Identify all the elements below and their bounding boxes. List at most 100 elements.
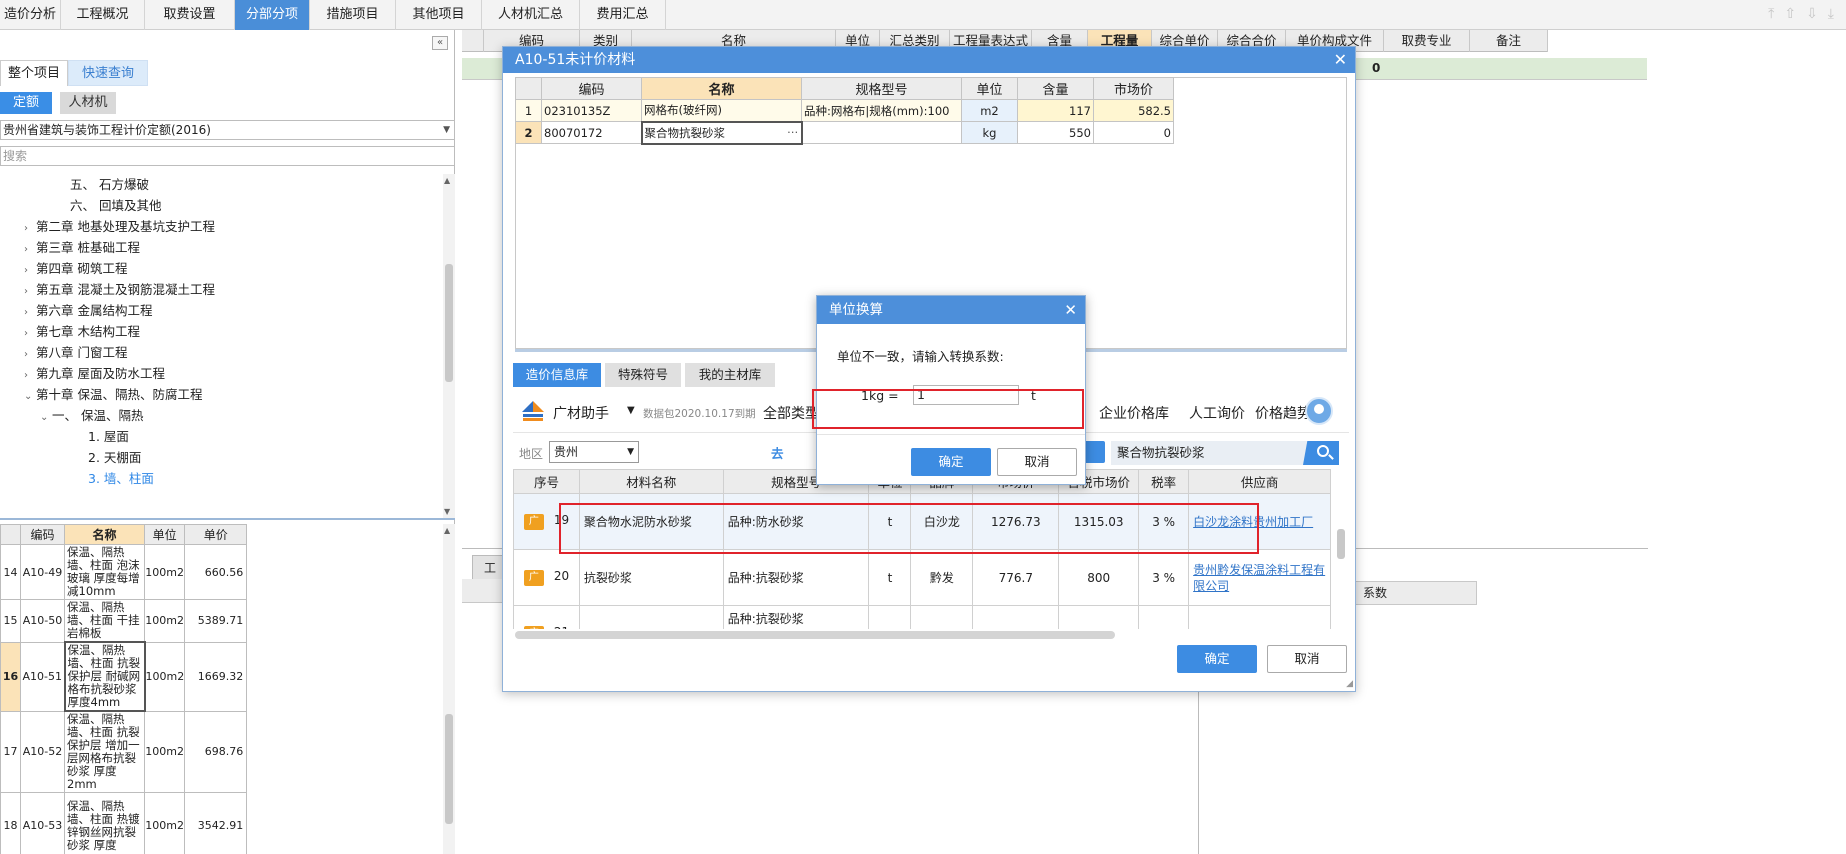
result-spec[interactable]: 品种:抗裂砂浆 — [722, 605, 870, 629]
tab-my-material-library[interactable]: 我的主材库 — [685, 363, 775, 387]
col-name[interactable]: 名称 — [64, 524, 145, 545]
chevron-down-icon[interactable]: ⌄ — [24, 386, 36, 407]
mat-name[interactable]: 网格布(玻纤网) — [641, 99, 802, 122]
move-up-icon[interactable]: ⇧ — [1784, 6, 1796, 22]
col-res-name[interactable]: 材料名称 — [578, 469, 724, 494]
quota-list-scroll-thumb[interactable] — [445, 714, 453, 824]
table-row[interactable]: 18 A10-53 保温、隔热墙、柱面 热镀锌钢丝网抗裂砂浆 厚度 100m2 3542… — [0, 792, 248, 854]
scroll-up-icon[interactable]: ▲ — [444, 176, 450, 185]
tree-scroll-thumb[interactable] — [445, 264, 453, 382]
tab-project-overview[interactable]: 工程概况 — [61, 0, 145, 30]
quota-price[interactable]: 1669.32 — [184, 641, 248, 712]
mat-qty[interactable]: 117 — [1017, 99, 1094, 122]
mat-code[interactable]: 02310135Z — [541, 99, 642, 122]
mat-unit[interactable]: m2 — [961, 99, 1018, 122]
table-row[interactable]: 15 A10-50 保温、隔热墙、柱面 干挂岩棉板 100m2 5389.71 — [0, 599, 248, 643]
unit-ok-button[interactable]: 确定 — [911, 448, 991, 476]
close-icon[interactable]: ✕ — [1334, 47, 1347, 73]
col-mat-unit[interactable]: 单位 — [961, 77, 1018, 100]
tree-item[interactable]: › 第七章 木结构工程 — [24, 321, 140, 342]
result-rate[interactable]: 3 % — [1138, 549, 1190, 606]
col-price[interactable]: 单价 — [184, 524, 248, 545]
quota-unit[interactable]: 100m2 — [143, 544, 186, 600]
mat-name-cell[interactable]: 聚合物抗裂砂浆 ⋯ — [640, 120, 803, 145]
col-mat-qty[interactable]: 含量 — [1017, 77, 1094, 100]
result-index-cell[interactable]: 广 20 — [513, 549, 580, 606]
tree-item[interactable]: 五、 石方爆破 — [58, 174, 149, 195]
result-tax-price[interactable]: 800 — [1058, 549, 1140, 606]
table-row[interactable]: 16 A10-51 保温、隔热墙、柱面 抗裂保护层 耐碱网格布抗裂砂浆 厚度4mm 1… — [0, 641, 248, 712]
chevron-right-icon[interactable]: › — [24, 260, 36, 281]
move-top-icon[interactable]: ⤒ — [1768, 6, 1774, 22]
material-row[interactable]: 1 02310135Z 网格布(玻纤网) 品种:网格布|规格(mm):100 m… — [515, 99, 1174, 122]
result-unit[interactable]: t — [868, 549, 912, 606]
chevron-right-icon[interactable]: › — [24, 218, 36, 239]
nav-price-trend[interactable]: 价格趋势 — [1255, 403, 1307, 423]
tab-sub-items[interactable]: 分部分项 — [235, 0, 310, 30]
panel-splitter[interactable] — [0, 518, 455, 520]
mat-unit[interactable]: kg — [961, 121, 1018, 144]
material-search-input[interactable]: 聚合物抗裂砂浆 — [1111, 441, 1309, 465]
unit-dialog-titlebar[interactable]: 单位换算 ✕ — [817, 296, 1085, 324]
col-mat-code[interactable]: 编码 — [541, 77, 642, 100]
chevron-right-icon[interactable]: › — [24, 239, 36, 260]
quota-code[interactable]: A10-53 — [20, 792, 65, 854]
pill-labor-material[interactable]: 人材机 — [60, 92, 116, 114]
result-brand[interactable]: 黔发 — [910, 549, 974, 606]
copy-icon[interactable] — [1083, 441, 1105, 463]
table-row[interactable]: 14 A10-49 保温、隔热墙、柱面 泡沫玻璃 厚度每增减10mm 100m2 660… — [0, 544, 248, 600]
quota-name[interactable]: 保温、隔热墙、柱面 抗裂保护层 耐碱网格布抗裂砂浆 厚度4mm — [63, 641, 146, 712]
quota-code[interactable]: A10-51 — [20, 641, 65, 712]
quota-list-scrollbar[interactable]: ▲ — [443, 524, 455, 854]
unit-cancel-button[interactable]: 取消 — [997, 448, 1077, 476]
material-row[interactable]: 2 80070172 聚合物抗裂砂浆 ⋯ kg 550 0 — [515, 120, 1174, 145]
tree-item[interactable]: › 第六章 金属结构工程 — [24, 300, 152, 321]
result-price[interactable] — [972, 605, 1060, 629]
quota-price[interactable]: 3542.91 — [184, 792, 248, 854]
mat-qty[interactable]: 550 — [1017, 121, 1094, 144]
results-hscroll-thumb[interactable] — [515, 631, 1115, 639]
row-index[interactable]: 14 — [0, 544, 21, 600]
mat-code[interactable]: 80070172 — [541, 121, 642, 144]
quota-library-select[interactable]: 贵州省建筑与装饰工程计价定额(2016) ▼ — [0, 120, 455, 140]
tree-item[interactable]: ⌄ 第十章 保温、隔热、防腐工程 — [24, 384, 202, 405]
tree-item[interactable]: › 第五章 混凝土及钢筋混凝土工程 — [24, 279, 215, 300]
chevron-down-icon[interactable]: ⌄ — [40, 407, 52, 428]
tree-item[interactable]: 六、 回填及其他 — [58, 195, 161, 216]
result-name[interactable] — [578, 605, 724, 629]
quota-unit[interactable]: 100m2 — [143, 641, 186, 712]
table-row[interactable]: 17 A10-52 保温、隔热墙、柱面 抗裂保护层 增加一层网格布抗裂砂浆 厚度2m… — [0, 710, 248, 793]
result-row[interactable]: 广 21 品种:抗裂砂浆 贵阳市之海新型建材有 — [513, 605, 1331, 629]
tab-price-info-library[interactable]: 造价信息库 — [513, 363, 601, 387]
mat-spec[interactable] — [801, 121, 962, 144]
material-ok-button[interactable]: 确定 — [1177, 645, 1257, 673]
chevron-right-icon[interactable]: › — [24, 344, 36, 365]
subtab-whole-project[interactable]: 整个项目 — [0, 60, 68, 86]
move-bottom-icon[interactable]: ⤓ — [1828, 6, 1834, 22]
col-coefficient[interactable]: 系数 — [1354, 581, 1477, 605]
quota-price[interactable]: 660.56 — [184, 544, 248, 600]
result-row[interactable]: 广 20 抗裂砂浆 品种:抗裂砂浆 t 黔发 776.7 800 3 % 贵州黔发保温涂料工程有限… — [513, 549, 1331, 606]
more-icon[interactable]: ⋯ — [787, 125, 799, 139]
nav-all-types[interactable]: 全部类型 — [763, 403, 819, 423]
pill-quota[interactable]: 定额 — [0, 92, 52, 114]
tree-item[interactable]: › 第二章 地基处理及基坑支护工程 — [24, 216, 215, 237]
result-price[interactable]: 776.7 — [972, 549, 1060, 606]
nav-labor-inquiry[interactable]: 人工询价 — [1189, 403, 1245, 423]
quota-name[interactable]: 保温、隔热墙、柱面 干挂岩棉板 — [64, 599, 145, 643]
tree-item[interactable]: › 第四章 砌筑工程 — [24, 258, 127, 279]
chevron-right-icon[interactable]: › — [24, 323, 36, 344]
tab-fee-settings[interactable]: 取费设置 — [145, 0, 235, 30]
quota-name[interactable]: 保温、隔热墙、柱面 热镀锌钢丝网抗裂砂浆 厚度 — [64, 792, 145, 854]
col-unit[interactable]: 单位 — [143, 524, 186, 545]
dialog-titlebar[interactable]: A10-51未计价材料 ✕ — [503, 47, 1355, 73]
quota-price[interactable]: 5389.71 — [184, 599, 248, 643]
quota-unit[interactable]: 100m2 — [143, 710, 186, 793]
col-main-remark[interactable]: 备注 — [1470, 30, 1548, 52]
quota-price[interactable]: 698.76 — [184, 710, 248, 793]
quota-code[interactable]: A10-50 — [20, 599, 65, 643]
tree-item[interactable]: › 第八章 门窗工程 — [24, 342, 127, 363]
resize-grip-icon[interactable]: ◢ — [1346, 679, 1353, 689]
quota-search-input[interactable]: 搜索 — [0, 146, 455, 166]
tab-fee-summary[interactable]: 费用汇总 — [580, 0, 666, 30]
